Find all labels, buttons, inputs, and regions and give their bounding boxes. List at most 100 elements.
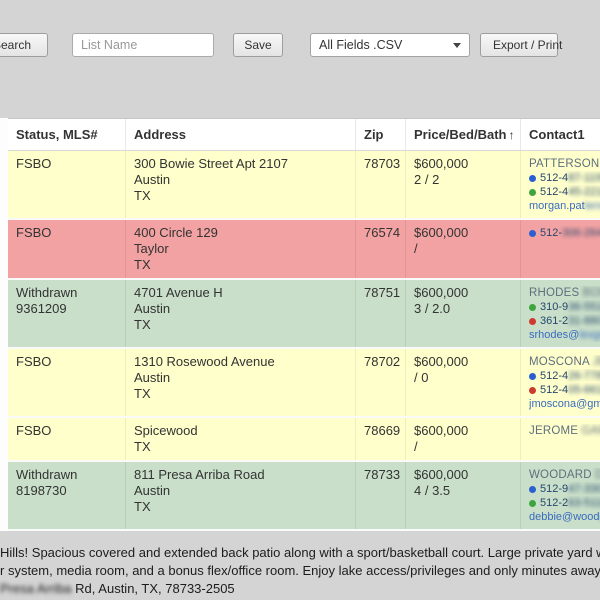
column-header-price-bed-bath[interactable]: Price/Bed/Bath↑ (405, 119, 520, 150)
contact-phone-visible: 512-4 (540, 384, 568, 396)
contact-phone-blurred: 87-1193 (568, 172, 600, 184)
contact-phone-blurred: 26-7789 (568, 370, 600, 382)
phone-status-dot-icon (529, 175, 536, 182)
remarks-line-1: Hills! Spacious covered and extended bac… (0, 544, 600, 562)
fields-select[interactable]: All Fields .CSV (310, 33, 470, 57)
contact-phone-visible: 512-2 (540, 497, 568, 509)
address-cell: 400 Circle 129TaylorTX (125, 220, 355, 278)
contact-cell: PATTERSON MORGAN512-487-1193512-445-2218… (520, 151, 600, 218)
sort-ascending-icon: ↑ (508, 128, 514, 142)
table-row[interactable]: FSBO1310 Rosewood AvenueAustinTX78702$60… (8, 349, 600, 418)
price-cell: $600,000/ 0 (405, 349, 520, 416)
contact-email-blurred: lexgrp.com (579, 329, 600, 341)
contact-phone-visible: 512-9 (540, 483, 568, 495)
address-line: TX (134, 188, 347, 204)
status-line: 9361209 (16, 301, 117, 317)
address-cell: SpicewoodTX (125, 418, 355, 460)
phone-status-dot-icon (529, 304, 536, 311)
contact-name-visible: WOODARD (529, 469, 595, 481)
contact-phone-visible: 361-2 (540, 315, 568, 327)
phone-status-dot-icon (529, 230, 536, 237)
address-line: TX (134, 386, 347, 402)
list-name-input[interactable] (72, 33, 214, 57)
table-row[interactable]: Withdrawn8198730811 Presa Arriba RoadAus… (8, 462, 600, 531)
blurred-street-address: Presa Arriba (0, 581, 72, 596)
contact-email-visible: debbie@wood (529, 511, 600, 523)
contact-email-link[interactable]: debbie@woodardgroup.com (529, 510, 600, 524)
contact-email-link[interactable]: srhodes@lexgrp.com (529, 328, 600, 342)
save-button[interactable]: Save (233, 33, 283, 57)
price-cell: $600,0003 / 2.0 (405, 280, 520, 347)
phone-status-dot-icon (529, 486, 536, 493)
contact-name-visible: JEROME (529, 425, 582, 437)
contact-name-blurred: JEROME (593, 356, 600, 368)
address-line: Austin (134, 301, 347, 317)
contact-phone-visible: 310-9 (540, 301, 568, 313)
column-header-address[interactable]: Address (125, 119, 355, 150)
contact-email-visible: jmoscona@gm (529, 398, 600, 410)
phone-status-dot-icon (529, 387, 536, 394)
address-line: Spicewood (134, 423, 347, 439)
address-line: TX (134, 257, 347, 273)
contact-phone: 310-936-5514 (529, 300, 600, 314)
contact-phone: 512-426-7789 (529, 369, 600, 383)
contact-phone: 512-263-5118 (529, 496, 600, 510)
table-row[interactable]: FSBO400 Circle 129TaylorTX76574$600,000/… (8, 220, 600, 280)
status-cell: FSBO (8, 349, 125, 416)
table-header-row: Status, MLS# Address Zip Price/Bed/Bath↑… (8, 118, 600, 151)
status-cell: Withdrawn9361209 (8, 280, 125, 347)
price-cell: $600,000/ (405, 220, 520, 278)
contact-name-blurred: BODYA R (583, 287, 600, 299)
address-cell: 300 Bowie Street Apt 2107AustinTX (125, 151, 355, 218)
zip-cell: 78733 (355, 462, 405, 529)
address-line: TX (134, 317, 347, 333)
contact-phone-visible: 512-4 (540, 370, 568, 382)
address-line: 4701 Avenue H (134, 285, 347, 301)
price-line: $600,000 (414, 354, 512, 370)
address-line: 300 Bowie Street Apt 2107 (134, 156, 347, 172)
contact-name-visible: RHODES (529, 287, 583, 299)
contact-name: PATTERSON MORGAN (529, 157, 600, 171)
contact-phone: 512-306-2644 (529, 226, 600, 240)
toolbar: Search Save All Fields .CSV Export / Pri… (0, 33, 600, 59)
zip-cell: 78669 (355, 418, 405, 460)
contact-phone: 512-405-6612 (529, 383, 600, 397)
address-line: Austin (134, 172, 347, 188)
search-button[interactable]: Search (0, 33, 48, 57)
column-header-status-mls[interactable]: Status, MLS# (8, 119, 125, 150)
status-cell: FSBO (8, 220, 125, 278)
contact-cell: RHODES BODYA R310-936-5514361-231-8807sr… (520, 280, 600, 347)
phone-status-dot-icon (529, 189, 536, 196)
contact-phone-blurred: 31-8807 (568, 315, 600, 327)
contact-phone-blurred: 45-2218 (568, 186, 600, 198)
contact-email-link[interactable]: morgan.patterson@me.com (529, 199, 600, 213)
export-print-button[interactable]: Export / Print (480, 33, 558, 57)
contact-phone-blurred: 306-2644 (562, 227, 600, 239)
contact-cell: MOSCONA JEROME512-426-7789512-405-6612jm… (520, 349, 600, 416)
address-line: TX (134, 499, 347, 515)
contact-email-link[interactable]: jmoscona@gmail.com (529, 397, 600, 411)
zip-cell: 78703 (355, 151, 405, 218)
table-row[interactable]: Withdrawn9361209 4701 Avenue HAustinTX 787… (8, 280, 600, 349)
address-line: Austin (134, 483, 347, 499)
contact-name-blurred: DONNA (595, 469, 600, 481)
table-row[interactable]: FSBOSpicewoodTX78669$600,000/JEROME GARY… (8, 418, 600, 462)
contact-phone-visible: 512- (540, 227, 562, 239)
status-line: Withdrawn (16, 285, 117, 301)
page: Search Save All Fields .CSV Export / Pri… (0, 0, 600, 600)
price-line: 2 / 2 (414, 172, 512, 188)
price-cell: $600,0004 / 3.5 (405, 462, 520, 529)
contact-cell: JEROME GARY L (520, 418, 600, 460)
price-line: $600,000 (414, 285, 512, 301)
remarks-line-2: r system, media room, and a bonus flex/o… (0, 562, 600, 580)
zip-cell: 78751 (355, 280, 405, 347)
column-header-contact1[interactable]: Contact1 (520, 119, 600, 150)
table-row[interactable]: FSBO300 Bowie Street Apt 2107AustinTX787… (8, 151, 600, 220)
contact-phone: 512-947-3302 (529, 482, 600, 496)
address-line: TX (134, 439, 347, 455)
remarks-line-3: Presa Arriba Rd, Austin, TX, 78733-2505 (0, 580, 600, 598)
contact-name-blurred: GARY L (582, 425, 600, 437)
price-line: $600,000 (414, 467, 512, 483)
column-header-zip[interactable]: Zip (355, 119, 405, 150)
price-cell: $600,000/ (405, 418, 520, 460)
